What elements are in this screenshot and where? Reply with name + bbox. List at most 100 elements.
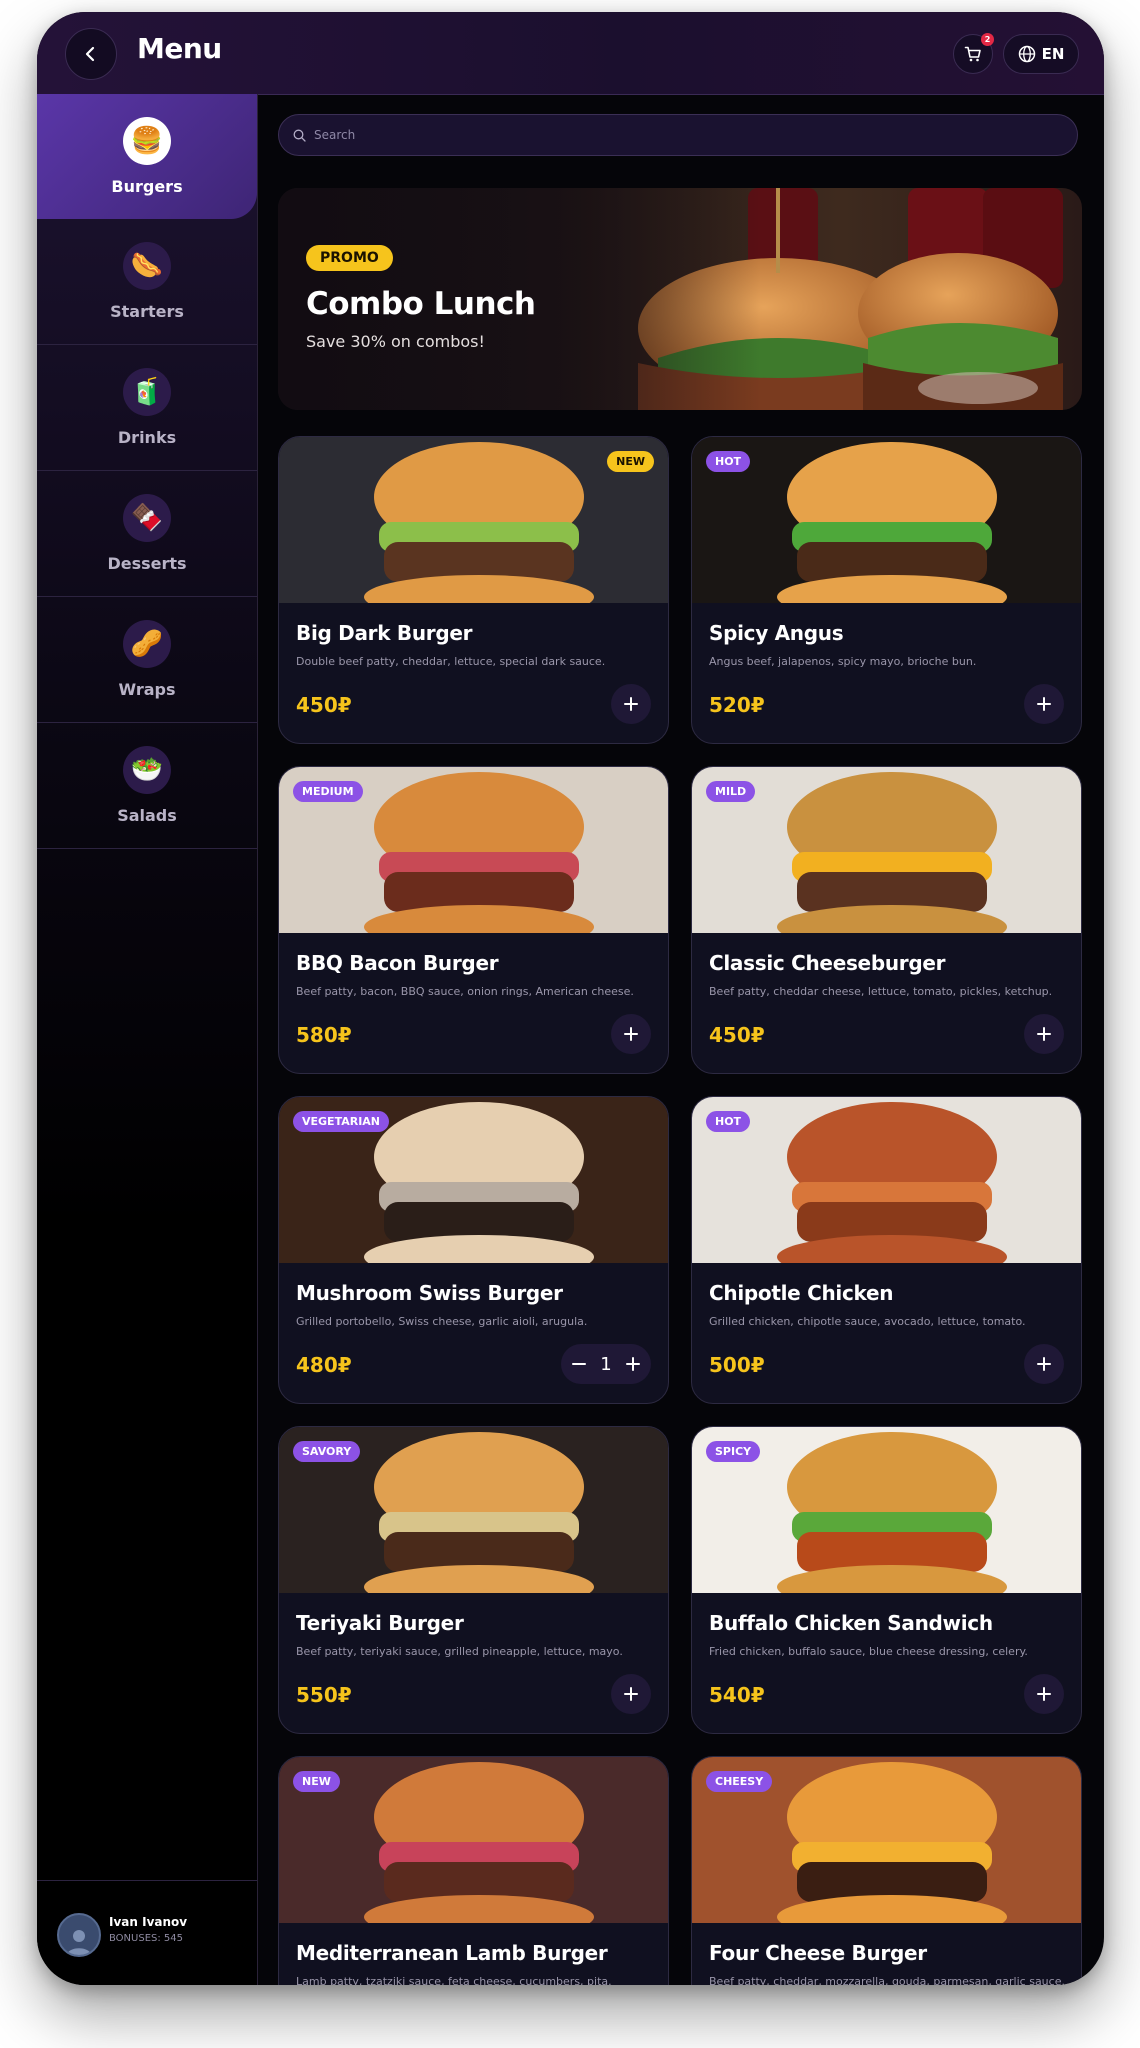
product-description: Beef patty, teriyaki sauce, grilled pine… bbox=[296, 1645, 623, 1658]
product-tag: CHEESY bbox=[706, 1771, 773, 1792]
chevron-left-icon bbox=[85, 46, 95, 62]
plus-icon bbox=[624, 1687, 638, 1701]
user-profile[interactable]: Ivan Ivanov BONUSES: 545 bbox=[37, 1880, 257, 1985]
product-description: Grilled chicken, chipotle sauce, avocado… bbox=[709, 1315, 1026, 1328]
sidebar-item-desserts[interactable]: 🍫 Desserts bbox=[37, 471, 257, 597]
search-bar[interactable] bbox=[278, 114, 1078, 156]
product-card[interactable]: CHEESY Four Cheese Burger Beef patty, ched… bbox=[691, 1756, 1082, 1985]
sidebar-item-label: Wraps bbox=[118, 680, 176, 699]
sausage-icon: 🌭 bbox=[123, 242, 171, 290]
add-to-cart-button[interactable] bbox=[1024, 1674, 1064, 1714]
user-bonus: BONUSES: 545 bbox=[109, 1933, 184, 1944]
search-icon bbox=[293, 129, 306, 142]
product-card[interactable]: MILD Classic Cheeseburger Beef patty, ched… bbox=[691, 766, 1082, 1074]
product-title: Spicy Angus bbox=[709, 621, 844, 645]
product-card[interactable]: NEW Mediterranean Lamb Burger Lamb patty, … bbox=[278, 1756, 669, 1985]
sidebar-item-wraps[interactable]: 🥜 Wraps bbox=[37, 597, 257, 723]
product-tag: HOT bbox=[706, 1111, 751, 1132]
page-title: Menu bbox=[137, 32, 222, 65]
product-price: 550₽ bbox=[296, 1683, 352, 1707]
language-label: EN bbox=[1041, 45, 1065, 63]
sidebar-item-drinks[interactable]: 🧃 Drinks bbox=[37, 345, 257, 471]
product-card[interactable]: SAVORY Teriyaki Burger Beef patty, teriyak… bbox=[278, 1426, 669, 1734]
product-title: Four Cheese Burger bbox=[709, 1941, 927, 1965]
search-input[interactable] bbox=[312, 127, 1016, 143]
language-button[interactable]: EN bbox=[1003, 34, 1079, 74]
product-card[interactable]: VEGETARIAN Mushroom Swiss Burger Grilled p… bbox=[278, 1096, 669, 1404]
product-price: 450₽ bbox=[296, 693, 352, 717]
sidebar-item-starters[interactable]: 🌭 Starters bbox=[37, 219, 257, 345]
sidebar-item-burgers[interactable]: 🍔 Burgers bbox=[37, 94, 257, 219]
product-title: Big Dark Burger bbox=[296, 621, 473, 645]
sidebar-item-salads[interactable]: 🥗 Salads bbox=[37, 723, 257, 849]
add-to-cart-button[interactable] bbox=[611, 1674, 651, 1714]
product-price: 540₽ bbox=[709, 1683, 765, 1707]
product-tag: NEW bbox=[607, 451, 654, 472]
product-price: 450₽ bbox=[709, 1023, 765, 1047]
product-image bbox=[692, 437, 1081, 603]
product-price: 480₽ bbox=[296, 1353, 352, 1377]
product-card[interactable]: NEW Big Dark Burger Double beef patty, che… bbox=[278, 436, 669, 744]
product-card[interactable]: HOT Chipotle Chicken Grilled chicken, chip… bbox=[691, 1096, 1082, 1404]
product-card[interactable]: HOT Spicy Angus Angus beef, jalapenos, spi… bbox=[691, 436, 1082, 744]
peanut-icon: 🥜 bbox=[123, 620, 171, 668]
product-description: Fried chicken, buffalo sauce, blue chees… bbox=[709, 1645, 1028, 1658]
product-title: BBQ Bacon Burger bbox=[296, 951, 499, 975]
product-description: Beef patty, cheddar cheese, lettuce, tom… bbox=[709, 985, 1053, 998]
menu-content: PROMO Combo Lunch Save 30% on combos! NE… bbox=[258, 94, 1104, 1985]
product-card[interactable]: SPICY Buffalo Chicken Sandwich Fried chick… bbox=[691, 1426, 1082, 1734]
add-to-cart-button[interactable] bbox=[611, 1014, 651, 1054]
burger-icon: 🍔 bbox=[123, 117, 171, 165]
product-description: Grilled portobello, Swiss cheese, garlic… bbox=[296, 1315, 588, 1328]
minus-icon[interactable] bbox=[571, 1356, 587, 1372]
juice-box-icon: 🧃 bbox=[123, 368, 171, 416]
product-card[interactable]: MEDIUM BBQ Bacon Burger Beef patty, bacon,… bbox=[278, 766, 669, 1074]
product-description: Angus beef, jalapenos, spicy mayo, brioc… bbox=[709, 655, 977, 668]
add-to-cart-button[interactable] bbox=[1024, 684, 1064, 724]
product-title: Mushroom Swiss Burger bbox=[296, 1281, 563, 1305]
category-sidebar: 🍔 Burgers 🌭 Starters 🧃 Drinks 🍫 Desserts 🥜 Wraps 🥗… bbox=[37, 94, 258, 1985]
plus-icon[interactable] bbox=[625, 1356, 641, 1372]
product-image bbox=[692, 1097, 1081, 1263]
globe-icon bbox=[1018, 45, 1035, 63]
product-tag: SAVORY bbox=[293, 1441, 361, 1462]
promo-subtitle: Save 30% on combos! bbox=[306, 332, 485, 351]
cart-count-badge: 2 bbox=[981, 33, 994, 46]
plus-icon bbox=[1037, 1687, 1051, 1701]
product-title: Buffalo Chicken Sandwich bbox=[709, 1611, 993, 1635]
product-description: Double beef patty, cheddar, lettuce, spe… bbox=[296, 655, 606, 668]
sidebar-item-label: Desserts bbox=[107, 554, 187, 573]
sidebar-item-label: Salads bbox=[117, 806, 177, 825]
quantity-stepper: 1 bbox=[561, 1344, 651, 1384]
salad-icon: 🥗 bbox=[123, 746, 171, 794]
sidebar-item-label: Drinks bbox=[117, 428, 177, 447]
quantity-value: 1 bbox=[600, 1353, 612, 1375]
product-price: 580₽ bbox=[296, 1023, 352, 1047]
plus-icon bbox=[1037, 1357, 1051, 1371]
add-to-cart-button[interactable] bbox=[1024, 1014, 1064, 1054]
user-name: Ivan Ivanov bbox=[109, 1915, 188, 1929]
promo-badge: PROMO bbox=[306, 245, 393, 271]
add-to-cart-button[interactable] bbox=[611, 684, 651, 724]
product-description: Beef patty, bacon, BBQ sauce, onion ring… bbox=[296, 985, 634, 998]
product-title: Classic Cheeseburger bbox=[709, 951, 946, 975]
product-description: Beef patty, cheddar, mozzarella, gouda, … bbox=[709, 1975, 1065, 1985]
avatar bbox=[57, 1913, 101, 1957]
promo-banner[interactable]: PROMO Combo Lunch Save 30% on combos! bbox=[278, 188, 1082, 410]
sidebar-item-label: Burgers bbox=[111, 177, 183, 196]
back-button[interactable] bbox=[65, 28, 117, 80]
top-bar: Menu 2 EN bbox=[37, 12, 1104, 95]
product-tag: HOT bbox=[706, 451, 751, 472]
product-price: 520₽ bbox=[709, 693, 765, 717]
plus-icon bbox=[1037, 697, 1051, 711]
cart-icon bbox=[964, 46, 981, 62]
plus-icon bbox=[624, 697, 638, 711]
add-to-cart-button[interactable] bbox=[1024, 1344, 1064, 1384]
product-title: Chipotle Chicken bbox=[709, 1281, 894, 1305]
user-icon bbox=[67, 1930, 91, 1955]
plus-icon bbox=[1037, 1027, 1051, 1041]
cart-button[interactable]: 2 bbox=[953, 33, 994, 74]
product-tag: MEDIUM bbox=[293, 781, 363, 802]
product-title: Teriyaki Burger bbox=[296, 1611, 464, 1635]
product-grid: NEW Big Dark Burger Double beef patty, che… bbox=[278, 436, 1082, 1985]
